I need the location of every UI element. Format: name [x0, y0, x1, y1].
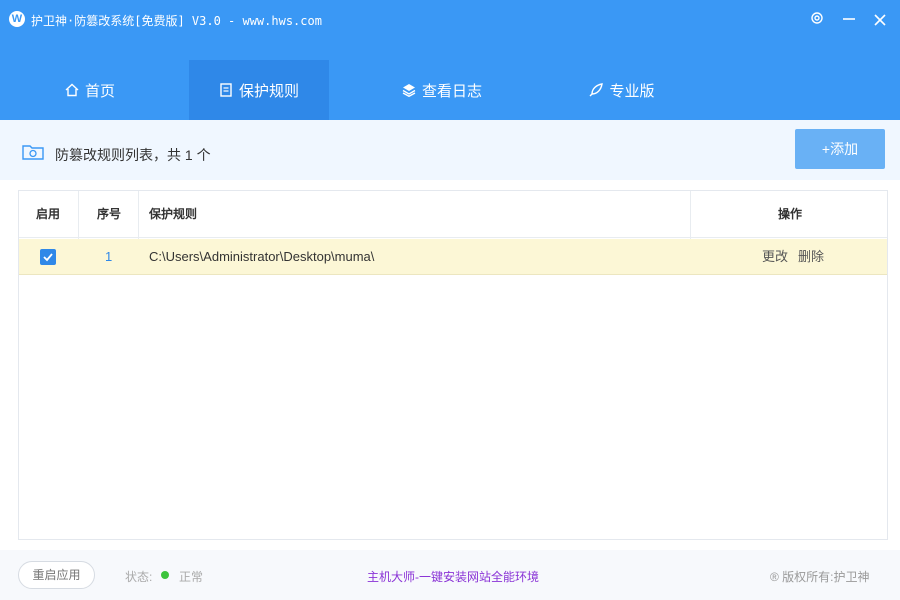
tab-home[interactable]: 首页 — [20, 60, 160, 120]
row-index: 1 — [105, 249, 113, 264]
column-header-actions: 操作 — [778, 207, 803, 221]
checkmark-icon — [43, 253, 53, 262]
tab-pro-edition-label: 专业版 — [609, 82, 655, 100]
close-button[interactable] — [869, 9, 891, 31]
rule-path: C:\Users\Administrator\Desktop\muma\ — [149, 249, 375, 264]
restart-app-button[interactable]: 重启应用 — [18, 561, 95, 589]
document-icon — [220, 83, 232, 97]
edit-rule-link[interactable]: 更改 — [762, 239, 788, 275]
minimize-button[interactable] — [838, 9, 860, 31]
settings-gear-icon[interactable] — [806, 9, 828, 31]
home-icon — [65, 83, 79, 97]
main-nav: 首页 保护规则 查看日志 专业版 — [0, 60, 900, 120]
column-header-enabled: 启用 — [36, 207, 61, 221]
tab-protection-rules-label: 保护规则 — [238, 82, 299, 100]
tab-home-label: 首页 — [84, 82, 115, 100]
app-header: W 护卫神·防篡改系统[免费版] V3.0 - www.hws.com 首页 保… — [0, 0, 900, 120]
window-title: 护卫神·防篡改系统[免费版] V3.0 - www.hws.com — [31, 14, 322, 28]
rocket-icon — [589, 83, 604, 97]
status-value: 正常 — [179, 570, 204, 584]
table-header: 启用 序号 保护规则 操作 — [19, 191, 887, 238]
rules-table: 启用 序号 保护规则 操作 1 C:\Users\Administrator\D… — [18, 190, 888, 540]
close-icon — [874, 14, 886, 26]
layers-icon — [402, 84, 416, 97]
app-logo-icon: W — [9, 11, 25, 27]
minimize-icon — [843, 18, 855, 20]
gear-icon — [811, 12, 823, 24]
copyright-text: ® 版权所有:护卫神 — [770, 570, 870, 584]
delete-rule-link[interactable]: 删除 — [798, 239, 824, 275]
column-header-rule: 保护规则 — [149, 207, 198, 221]
tab-protection-rules[interactable]: 保护规则 — [189, 60, 329, 120]
tab-view-logs-label: 查看日志 — [421, 82, 482, 100]
column-header-index: 序号 — [97, 207, 122, 221]
status-indicator-dot — [161, 571, 169, 579]
add-rule-button[interactable]: +添加 — [795, 129, 885, 169]
enable-checkbox[interactable] — [40, 249, 56, 265]
status-label: 状态: — [125, 570, 153, 584]
tab-view-logs[interactable]: 查看日志 — [372, 60, 512, 120]
rule-list-title: 防篡改规则列表，共 1 个 — [55, 147, 211, 163]
folder-icon — [22, 145, 44, 160]
table-row[interactable]: 1 C:\Users\Administrator\Desktop\muma\ 更… — [19, 239, 887, 275]
title-bar: W 护卫神·防篡改系统[免费版] V3.0 - www.hws.com — [0, 0, 900, 40]
tab-pro-edition[interactable]: 专业版 — [552, 60, 692, 120]
promo-link[interactable]: 主机大师-一键安装网站全能环境 — [367, 568, 539, 585]
